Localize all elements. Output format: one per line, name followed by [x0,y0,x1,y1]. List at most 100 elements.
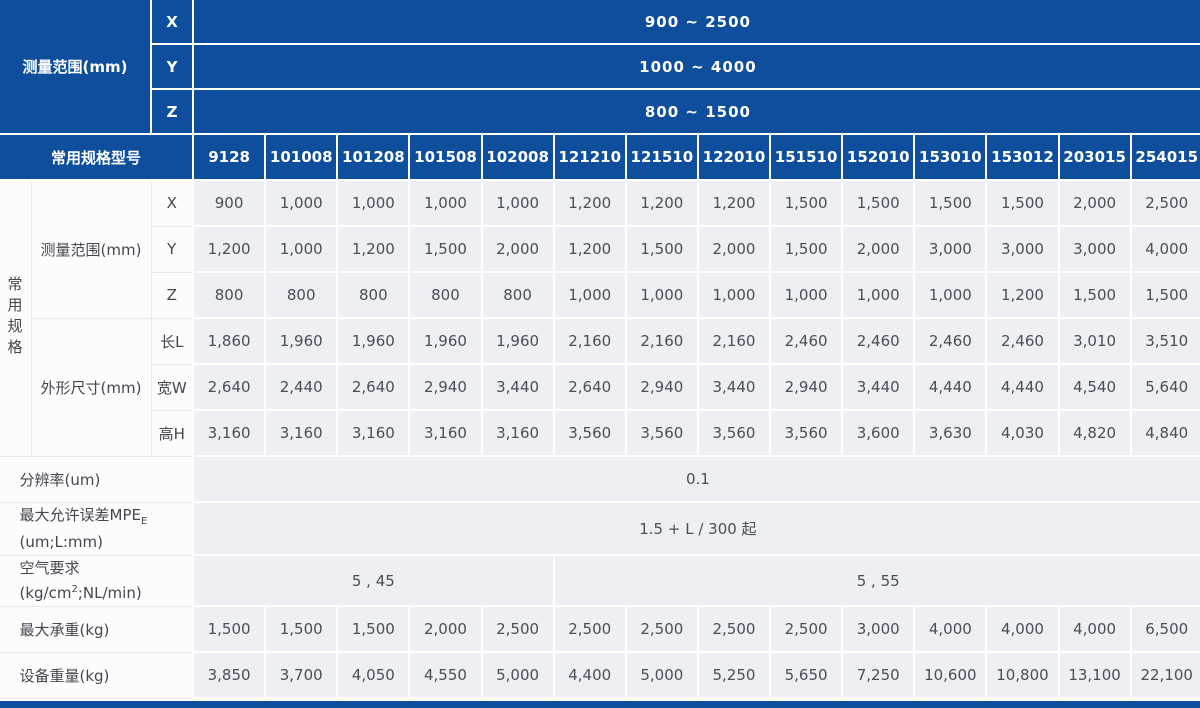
row-label-x: X [151,180,193,226]
range-row-x: 测量范围(mm) X 900 ~ 2500 [0,0,1200,44]
data-cell: 1,200 [698,180,770,226]
data-cell: 1,500 [265,606,337,652]
data-cell: 4,000 [914,606,986,652]
range-value-y: 1000 ~ 4000 [193,44,1200,89]
data-cell: 3,440 [842,364,914,410]
data-cell: 3,600 [842,410,914,456]
axis-label-y: Y [151,44,193,89]
data-cell: 1,500 [914,180,986,226]
data-cell: 2,500 [482,606,554,652]
range-row-y: Y 1000 ~ 4000 [0,44,1200,89]
resolution-label: 分辨率(um) [0,456,193,502]
spec-row-length: 外形尺寸(mm) 长L 1,8601,9601,9601,9601,9602,1… [0,318,1200,364]
mpe-row: 最大允许误差MPEE(um;L:mm) 1.5 + L / 300 起 [0,502,1200,555]
mpe-label-main: 最大允许误差MPE [20,506,141,524]
models-header-label: 常用规格型号 [0,134,193,180]
data-cell: 4,540 [1059,364,1131,410]
data-cell: 1,500 [409,226,481,272]
data-cell: 1,200 [554,180,626,226]
row-label-y: Y [151,226,193,272]
spec-row-x: 常用规格 测量范围(mm) X 9001,0001,0001,0001,0001… [0,180,1200,226]
data-cell: 1,500 [986,180,1058,226]
data-cell: 3,560 [698,410,770,456]
data-cell: 1,500 [842,180,914,226]
data-cell: 2,640 [193,364,265,410]
model-header-cell: 203015 [1059,134,1131,180]
models-header-row: 常用规格型号 912810100810120810150810200812121… [0,134,1200,180]
data-cell: 13,100 [1059,652,1131,698]
data-cell: 2,460 [842,318,914,364]
model-header-cell: 151510 [770,134,842,180]
mpe-label-subscript: E [141,516,147,527]
spec-row-height: 高H 3,1603,1603,1603,1603,1603,5603,5603,… [0,410,1200,456]
air-label-line2-pre: (kg/cm [20,584,72,602]
measuring-range-label: 测量范围(mm) [31,180,151,318]
data-cell: 2,460 [986,318,1058,364]
data-cell: 1,500 [626,226,698,272]
data-cell: 1,960 [482,318,554,364]
data-cell: 2,160 [698,318,770,364]
data-cell: 3,440 [698,364,770,410]
data-cell: 2,500 [770,606,842,652]
spec-row-width: 宽W 2,6402,4402,6402,9403,4402,6402,9403,… [0,364,1200,410]
model-header-cell: 121510 [626,134,698,180]
data-cell: 5,000 [626,652,698,698]
spec-sheet: 测量范围(mm) X 900 ~ 2500 Y 1000 ~ 4000 Z 80… [0,0,1200,701]
resolution-value: 0.1 [193,456,1200,502]
data-cell: 5,640 [1131,364,1200,410]
data-cell: 1,000 [265,226,337,272]
spec-table: 测量范围(mm) X 900 ~ 2500 Y 1000 ~ 4000 Z 80… [0,0,1200,699]
data-cell: 1,000 [626,272,698,318]
data-cell: 1,200 [554,226,626,272]
data-cell: 3,560 [554,410,626,456]
data-cell: 3,000 [986,226,1058,272]
data-cell: 1,000 [337,180,409,226]
data-cell: 3,010 [1059,318,1131,364]
data-cell: 2,000 [842,226,914,272]
max-load-row: 最大承重(kg) 1,5001,5001,5002,0002,5002,5002… [0,606,1200,652]
data-cell: 4,440 [986,364,1058,410]
data-cell: 800 [409,272,481,318]
data-cell: 2,460 [770,318,842,364]
data-cell: 22,100 [1131,652,1200,698]
data-cell: 1,500 [337,606,409,652]
data-cell: 2,460 [914,318,986,364]
model-header-cell: 122010 [698,134,770,180]
mpe-label-line2: (um;L:mm) [20,533,104,551]
model-header-cell: 153010 [914,134,986,180]
row-label-height: 高H [151,410,193,456]
data-cell: 4,000 [1059,606,1131,652]
max-load-label: 最大承重(kg) [0,606,193,652]
data-cell: 3,000 [1059,226,1131,272]
data-cell: 2,500 [554,606,626,652]
data-cell: 800 [265,272,337,318]
model-header-cell: 153012 [986,134,1058,180]
data-cell: 2,000 [698,226,770,272]
data-cell: 10,600 [914,652,986,698]
range-value-x: 900 ~ 2500 [193,0,1200,44]
data-cell: 3,510 [1131,318,1200,364]
model-header-cell: 102008 [482,134,554,180]
row-label-width: 宽W [151,364,193,410]
data-cell: 1,500 [1131,272,1200,318]
data-cell: 3,700 [265,652,337,698]
air-label: 空气要求(kg/cm2;NL/min) [0,555,193,606]
data-cell: 1,960 [337,318,409,364]
data-cell: 2,940 [770,364,842,410]
data-cell: 4,030 [986,410,1058,456]
data-cell: 2,000 [409,606,481,652]
data-cell: 2,440 [265,364,337,410]
data-cell: 1,000 [770,272,842,318]
data-cell: 2,500 [698,606,770,652]
data-cell: 2,000 [1059,180,1131,226]
model-header-cell: 101208 [337,134,409,180]
data-cell: 2,640 [554,364,626,410]
data-cell: 3,000 [914,226,986,272]
data-cell: 3,850 [193,652,265,698]
data-cell: 2,640 [337,364,409,410]
data-cell: 1,500 [770,226,842,272]
data-cell: 800 [482,272,554,318]
data-cell: 3,160 [337,410,409,456]
data-cell: 1,500 [1059,272,1131,318]
data-cell: 1,000 [409,180,481,226]
